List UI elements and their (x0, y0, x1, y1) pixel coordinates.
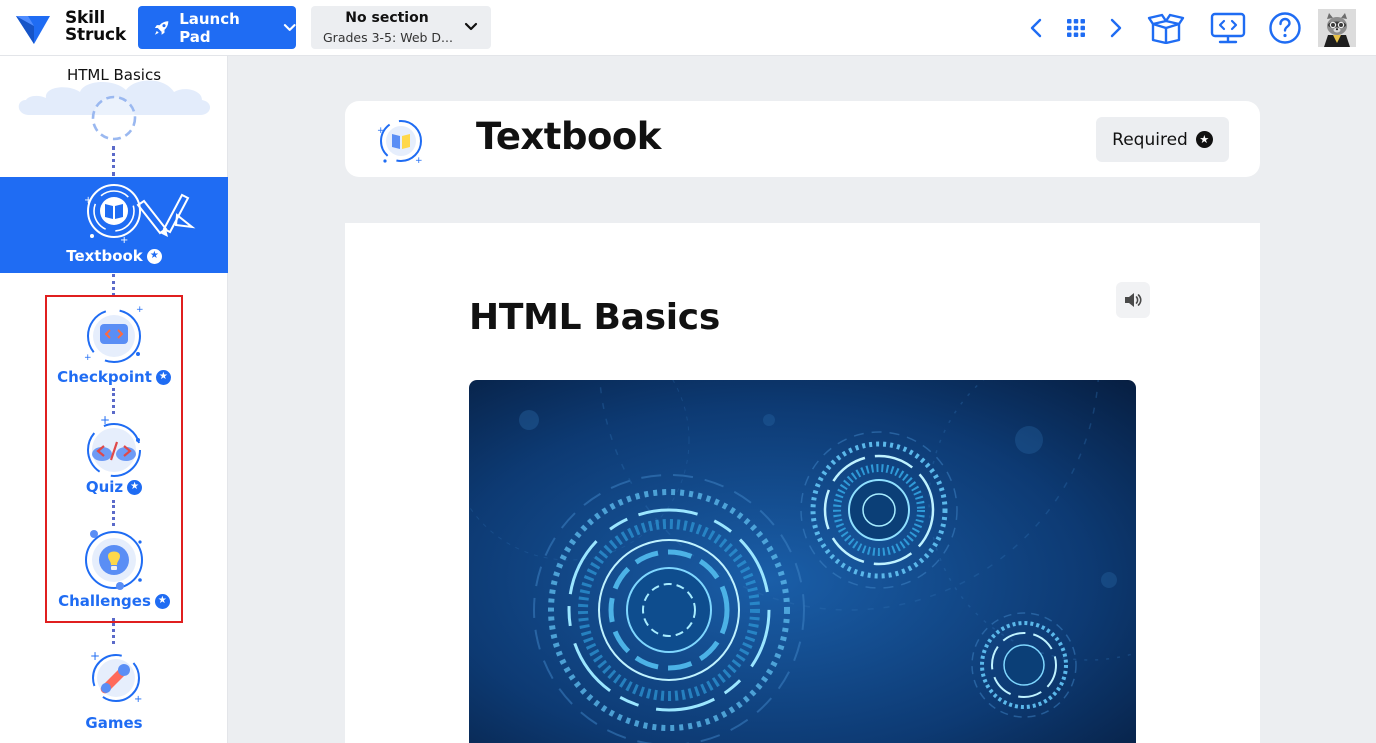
required-star-icon: ★ (127, 479, 143, 495)
svg-text:+: + (84, 353, 92, 363)
path-connector (112, 146, 119, 176)
checkpoint-icon: + + (84, 305, 144, 363)
sidebar-item-challenges[interactable]: Challenges ★ (46, 526, 182, 616)
skill-struck-logo[interactable]: Skill Struck (14, 10, 134, 48)
tech-gears-illustration (469, 380, 1136, 743)
sidebar-item-label: Challenges (58, 592, 151, 610)
lesson-title: HTML Basics (469, 297, 720, 338)
content-card: HTML Basics (345, 223, 1260, 743)
svg-text:+: + (120, 235, 128, 246)
next-button[interactable] (1100, 12, 1132, 44)
gift-box-button[interactable] (1146, 10, 1186, 46)
required-star-icon: ★ (1195, 131, 1213, 148)
speaker-icon (1125, 293, 1142, 307)
textbook-header-icon: + + (377, 120, 423, 165)
path-connector (112, 500, 119, 526)
hero-image (469, 380, 1136, 743)
lightbulb-icon (85, 530, 143, 590)
launch-pad-label: Launch Pad (179, 9, 240, 46)
required-label: Required (1112, 129, 1188, 150)
screen-code-icon (1210, 12, 1246, 44)
textbook-icon: + + (84, 184, 196, 246)
sidebar-item-textbook[interactable]: + + Textbook ★ (0, 177, 228, 273)
svg-text:+: + (90, 649, 100, 663)
screen-code-button[interactable] (1208, 10, 1248, 46)
raccoon-avatar-icon (1318, 9, 1356, 47)
rocket-icon (154, 20, 169, 35)
section-title: No section (345, 10, 429, 26)
svg-text:+: + (415, 156, 423, 165)
chevron-down-icon (464, 22, 478, 31)
required-star-icon: ★ (155, 369, 171, 385)
sidebar-item-checkpoint[interactable]: + + Checkpoint ★ (46, 300, 182, 390)
launch-pad-button[interactable]: Launch Pad (138, 6, 296, 49)
header-card: + + Textbook Required ★ (345, 101, 1260, 177)
previous-button[interactable] (1020, 12, 1052, 44)
sidebar-item-label: Checkpoint (57, 368, 152, 386)
path-connector (112, 274, 119, 296)
placeholder-node-icon (91, 95, 137, 141)
sidebar-item-quiz[interactable]: + Quiz ★ (46, 414, 182, 500)
sidebar-title: HTML Basics (66, 66, 162, 84)
read-aloud-button[interactable] (1116, 282, 1150, 318)
sidebar-item-label: Quiz (85, 478, 124, 496)
page-title: Textbook (476, 115, 661, 158)
gift-box-icon (1147, 13, 1185, 44)
svg-text:+: + (377, 126, 385, 136)
sidebar-item-games[interactable]: + + Games (46, 646, 182, 736)
logo-line-2: Struck (65, 25, 127, 45)
path-connector (112, 388, 119, 414)
grid-menu-button[interactable] (1060, 12, 1092, 44)
grid-icon (1067, 19, 1085, 37)
chevron-down-icon (283, 23, 296, 31)
section-dropdown[interactable]: No section Grades 3-5: Web D... (311, 6, 491, 49)
game-controller-icon: + + (90, 649, 142, 705)
sidebar-item-label: Textbook (66, 247, 143, 265)
chevron-right-icon (1110, 18, 1122, 38)
svg-text:+: + (136, 305, 144, 315)
svg-text:+: + (84, 195, 92, 206)
quiz-icon: + (87, 414, 141, 477)
help-button[interactable] (1267, 10, 1303, 46)
required-badge[interactable]: Required ★ (1096, 117, 1229, 162)
chevron-left-icon (1030, 18, 1042, 38)
required-star-icon: ★ (146, 248, 162, 264)
path-connector (112, 618, 119, 644)
help-icon (1269, 12, 1301, 44)
lesson-sidebar: HTML Basics + + Textbook ★ + + Checkpoin… (0, 56, 228, 743)
required-star-icon: ★ (154, 593, 170, 609)
svg-text:+: + (134, 694, 142, 705)
section-subtitle: Grades 3-5: Web D... (323, 30, 453, 45)
sidebar-item-label: Games (85, 714, 143, 732)
user-avatar[interactable] (1318, 9, 1356, 47)
top-bar: Skill Struck Launch Pad No section Grade… (0, 0, 1376, 56)
logo-icon (16, 16, 50, 44)
